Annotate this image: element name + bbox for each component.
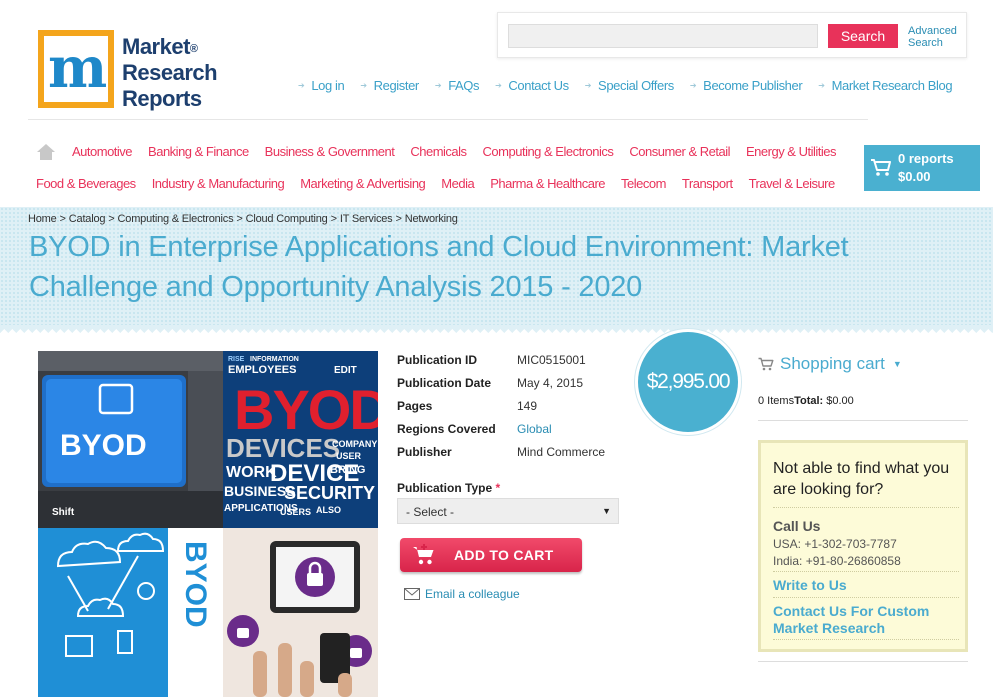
top-link-become-publisher[interactable]: ➔ Become Publisher xyxy=(689,77,803,93)
page-title: BYOD in Enterprise Applications and Clou… xyxy=(29,231,849,303)
top-link-login[interactable]: ➔ Log in xyxy=(298,77,345,93)
arrow-icon: ➔ xyxy=(298,80,305,90)
sidebar-divider xyxy=(758,661,968,662)
header-divider xyxy=(28,119,868,120)
chevron-down-icon: ▼ xyxy=(892,359,902,369)
cart-total: $0.00 xyxy=(898,169,931,184)
category-computing-electronics[interactable]: Computing & Electronics xyxy=(483,144,614,162)
logo-wordmark: Market® Research Reports xyxy=(122,34,218,111)
category-pharma-healthcare[interactable]: Pharma & Healthcare xyxy=(490,176,605,191)
svg-text:ALSO: ALSO xyxy=(316,505,341,515)
cart-icon xyxy=(758,357,774,371)
category-media[interactable]: Media xyxy=(441,176,474,191)
help-title: Not able to find what you are looking fo… xyxy=(773,460,950,498)
phone-usa: USA: +1-302-703-7787 xyxy=(773,537,897,551)
envelope-icon xyxy=(404,588,420,600)
breadcrumb-home[interactable]: Home xyxy=(28,213,57,225)
svg-text:DEVICES: DEVICES xyxy=(226,433,340,463)
site-logo[interactable]: m Market® Research Reports xyxy=(38,30,218,111)
svg-text:BYOD: BYOD xyxy=(60,429,147,462)
category-industry-manufacturing[interactable]: Industry & Manufacturing xyxy=(152,176,285,191)
category-food-beverages[interactable]: Food & Beverages xyxy=(36,176,136,191)
svg-text:RISE: RISE xyxy=(228,356,245,363)
price-badge: $2,995.00 xyxy=(638,332,738,432)
breadcrumb: Home > Catalog > Computing & Electronics > Clo… xyxy=(28,213,458,225)
svg-text:INFORMATION: INFORMATION xyxy=(250,356,299,363)
detail-pages: Pages 149 xyxy=(397,399,538,413)
title-banner: Home > Catalog > Computing & Electronics > Clo… xyxy=(0,207,993,333)
arrow-icon: ➔ xyxy=(584,80,592,90)
category-travel-leisure[interactable]: Travel & Leisure xyxy=(749,176,836,191)
breadcrumb-cloud[interactable]: Cloud Computing xyxy=(246,213,328,225)
search-button[interactable]: Search xyxy=(828,24,898,48)
top-link-faqs[interactable]: ➔ FAQs xyxy=(434,77,480,93)
arrow-icon: ➔ xyxy=(818,80,825,90)
phone-india: India: +91-80-26860858 xyxy=(773,554,901,568)
search-input[interactable] xyxy=(508,24,818,48)
dropdown-caret-icon: ▼ xyxy=(602,506,611,516)
arrow-icon: ➔ xyxy=(360,80,367,90)
product-image: BYOD Shift RISE INFORMATION EMPLOYEES ED… xyxy=(38,351,378,697)
category-automotive[interactable]: Automotive xyxy=(72,144,133,162)
arrow-icon: ➔ xyxy=(434,80,442,90)
breadcrumb-networking[interactable]: Networking xyxy=(405,213,458,225)
breadcrumb-catalog[interactable]: Catalog xyxy=(69,213,106,225)
top-link-register[interactable]: ➔ Register xyxy=(360,77,419,93)
detail-regions: Regions Covered Global xyxy=(397,422,552,436)
top-link-blog[interactable]: ➔ Market Research Blog xyxy=(818,77,952,93)
category-consumer-retail[interactable]: Consumer & Retail xyxy=(629,144,730,162)
call-us-heading: Call Us xyxy=(773,518,821,534)
detail-publication-date: Publication Date May 4, 2015 xyxy=(397,376,584,390)
arrow-icon: ➔ xyxy=(689,80,697,90)
category-row-2: Food & Beverages Industry & Manufacturin… xyxy=(36,176,851,191)
category-telecom[interactable]: Telecom xyxy=(621,176,666,191)
add-to-cart-button[interactable]: ADD TO CART xyxy=(400,538,582,572)
svg-text:Shift: Shift xyxy=(52,507,75,518)
logo-mark: m xyxy=(38,30,114,108)
advanced-search-link[interactable]: Advanced Search xyxy=(908,25,964,49)
email-colleague-link[interactable]: Email a colleague xyxy=(404,587,520,601)
sidebar-divider xyxy=(758,420,968,421)
category-chemicals[interactable]: Chemicals xyxy=(410,144,467,162)
publication-type-select[interactable]: - Select - ▼ xyxy=(397,498,619,524)
detail-publisher: Publisher Mind Commerce xyxy=(397,445,606,459)
cart-icon xyxy=(871,159,891,176)
contact-custom-research-link[interactable]: Contact Us For Custom Market Research xyxy=(773,603,959,637)
header-cart[interactable]: 0 reports $0.00 xyxy=(864,145,980,191)
cart-report-count: 0 reports xyxy=(898,151,954,166)
top-links: ➔ Log in ➔ Register ➔ FAQs ➔ Contact Us ➔ Spe… xyxy=(298,77,953,93)
arrow-icon: ➔ xyxy=(495,80,502,90)
breadcrumb-it-services[interactable]: IT Services xyxy=(340,213,393,225)
svg-text:BYOD: BYOD xyxy=(179,541,212,628)
breadcrumb-computing[interactable]: Computing & Electronics xyxy=(118,213,234,225)
help-box: Not able to find what you are looking fo… xyxy=(758,440,968,652)
category-transport[interactable]: Transport xyxy=(682,176,733,191)
svg-text:SECURITY: SECURITY xyxy=(284,483,375,503)
svg-text:BRING: BRING xyxy=(330,464,365,476)
category-row-1: Automotive Banking & Finance Business & … xyxy=(36,144,852,162)
detail-publication-id: Publication ID MIC0515001 xyxy=(397,353,586,367)
banner-zigzag-edge xyxy=(0,325,993,333)
write-to-us-link[interactable]: Write to Us xyxy=(773,577,847,594)
svg-text:BYOD: BYOD xyxy=(234,378,378,441)
svg-text:EDIT: EDIT xyxy=(334,365,357,376)
category-business-government[interactable]: Business & Government xyxy=(265,144,395,162)
category-marketing-advertising[interactable]: Marketing & Advertising xyxy=(300,176,426,191)
home-icon[interactable] xyxy=(36,143,56,161)
svg-text:USERS: USERS xyxy=(280,507,311,517)
top-link-special-offers[interactable]: ➔ Special Offers xyxy=(584,77,675,93)
cart-icon xyxy=(413,544,434,565)
category-energy-utilities[interactable]: Energy & Utilities xyxy=(746,144,836,162)
svg-text:COMPANY: COMPANY xyxy=(332,439,377,449)
region-global-link[interactable]: Global xyxy=(517,422,552,436)
top-link-contact[interactable]: ➔ Contact Us xyxy=(495,77,569,93)
shopping-cart-toggle[interactable]: Shopping cart ▼ xyxy=(758,354,902,374)
svg-text:EMPLOYEES: EMPLOYEES xyxy=(228,364,296,376)
search-panel: Search Advanced Search xyxy=(497,12,967,58)
publication-type-label: Publication Type * xyxy=(397,481,501,495)
category-banking-finance[interactable]: Banking & Finance xyxy=(148,144,249,162)
shopping-cart-summary: 0 ItemsTotal: $0.00 xyxy=(758,395,854,407)
